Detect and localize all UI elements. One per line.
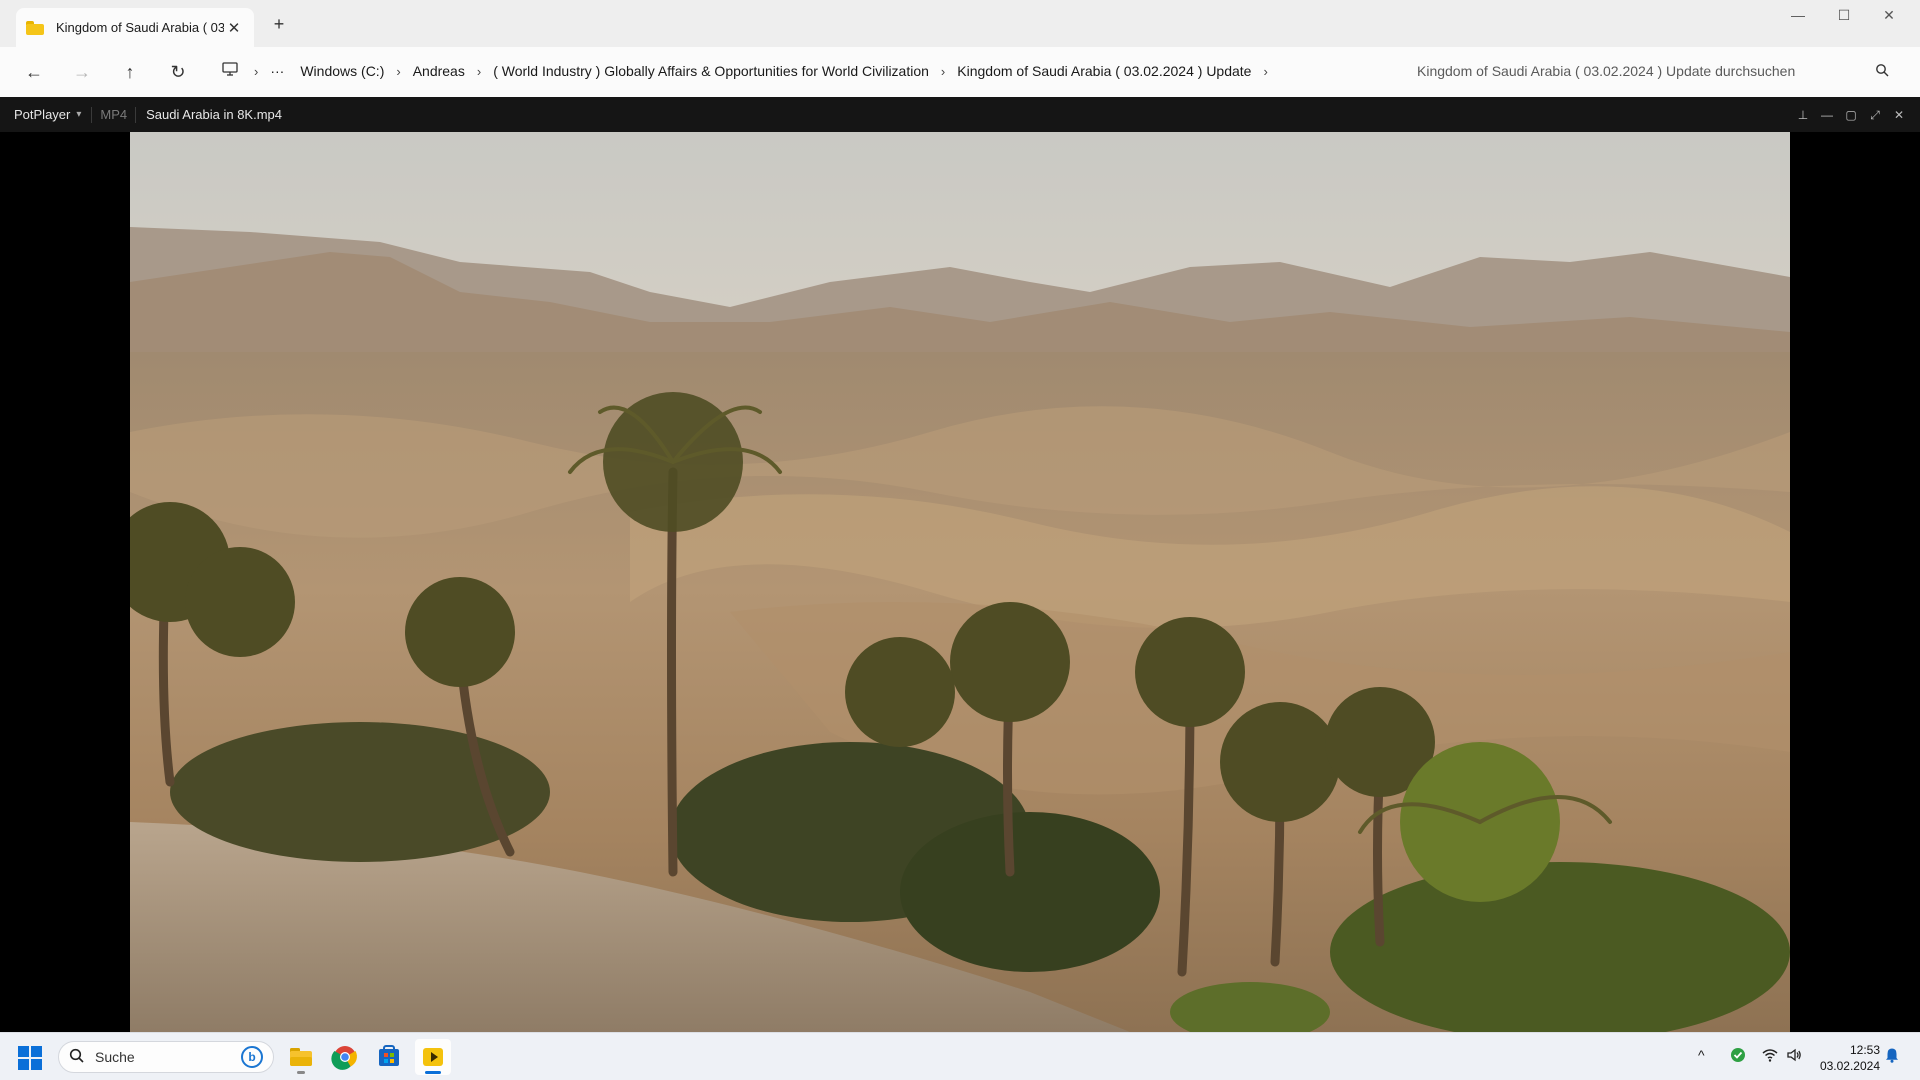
chrome-taskbar-icon[interactable] bbox=[327, 1039, 363, 1075]
clock-date: 03.02.2024 bbox=[1819, 1059, 1880, 1073]
player-minimize-button[interactable]: — bbox=[1817, 105, 1837, 125]
tab-title: Kingdom of Saudi Arabia ( 03.02.2024 ) U… bbox=[56, 20, 224, 35]
computer-icon[interactable] bbox=[210, 61, 250, 81]
close-tab-button[interactable]: ✕ bbox=[224, 19, 244, 37]
taskbar-search-placeholder: Suche bbox=[95, 1049, 135, 1065]
file-explorer-taskbar-icon[interactable] bbox=[283, 1039, 319, 1075]
tab-strip: Kingdom of Saudi Arabia ( 03.02.2024 ) U… bbox=[0, 0, 1920, 47]
breadcrumb-item[interactable]: Kingdom of Saudi Arabia ( 03.02.2024 ) U… bbox=[949, 63, 1259, 79]
file-name: Saudi Arabia in 8K.mp4 bbox=[146, 107, 283, 122]
search-icon[interactable] bbox=[1875, 63, 1891, 79]
breadcrumb-item[interactable]: Andreas bbox=[405, 63, 473, 79]
breadcrumb-more-button[interactable]: ··· bbox=[262, 63, 292, 79]
windows-start-icon[interactable] bbox=[18, 1046, 42, 1070]
bing-icon[interactable]: b bbox=[241, 1046, 263, 1068]
file-explorer-window: Kingdom of Saudi Arabia ( 03.02.2024 ) U… bbox=[0, 0, 1920, 97]
minimize-button[interactable]: — bbox=[1775, 0, 1821, 32]
maximize-button[interactable]: ☐ bbox=[1821, 0, 1867, 32]
breadcrumb-chevron-icon[interactable]: › bbox=[937, 64, 949, 79]
player-maximize-button[interactable]: ▢ bbox=[1841, 105, 1861, 125]
search-input[interactable]: Kingdom of Saudi Arabia ( 03.02.2024 ) U… bbox=[1405, 53, 1903, 89]
clock-time: 12:53 bbox=[1849, 1043, 1880, 1057]
explorer-tab[interactable]: Kingdom of Saudi Arabia ( 03.02.2024 ) U… bbox=[16, 8, 254, 47]
breadcrumb-chevron-icon[interactable]: › bbox=[473, 64, 485, 79]
back-button[interactable]: ← bbox=[10, 54, 58, 90]
player-fullscreen-button[interactable]: ⤢ bbox=[1865, 105, 1885, 125]
search-placeholder: Kingdom of Saudi Arabia ( 03.02.2024 ) U… bbox=[1417, 63, 1796, 79]
taskbar: Suche b ^ 12:53 03.02.2024 bbox=[0, 1032, 1920, 1080]
breadcrumb-chevron-icon[interactable]: › bbox=[392, 64, 404, 79]
breadcrumb-item[interactable]: ( World Industry ) Globally Affairs & Op… bbox=[485, 63, 937, 79]
desert-oasis-scene bbox=[130, 132, 1790, 1032]
system-clock[interactable]: 12:53 03.02.2024 bbox=[1800, 1042, 1880, 1074]
refresh-button[interactable]: ↻ bbox=[154, 54, 202, 90]
potplayer-window: PotPlayer ▾ MP4 Saudi Arabia in 8K.mp4 ⊥… bbox=[0, 97, 1920, 1032]
navigation-bar: ← → ↑ ↻ › ··· Windows (C:) › Andreas › (… bbox=[0, 47, 1920, 97]
pin-icon[interactable]: ⊥ bbox=[1793, 105, 1813, 125]
address-bar[interactable]: › ··· Windows (C:) › Andreas › ( World I… bbox=[210, 53, 1398, 89]
breadcrumb-chevron-icon[interactable]: › bbox=[250, 64, 262, 79]
player-menu-button[interactable]: PotPlayer bbox=[0, 107, 76, 122]
up-button[interactable]: ↑ bbox=[106, 54, 154, 90]
breadcrumb-chevron-icon[interactable]: › bbox=[1259, 64, 1271, 79]
search-icon bbox=[69, 1048, 87, 1067]
player-close-button[interactable]: ✕ bbox=[1889, 105, 1909, 125]
close-window-button[interactable]: ✕ bbox=[1866, 0, 1912, 32]
potplayer-taskbar-icon[interactable] bbox=[415, 1039, 451, 1075]
video-frame[interactable] bbox=[130, 132, 1790, 1032]
taskbar-search-input[interactable]: Suche b bbox=[58, 1041, 274, 1073]
notification-bell-icon[interactable] bbox=[1882, 1047, 1902, 1067]
folder-icon bbox=[26, 20, 44, 35]
forward-button[interactable]: → bbox=[58, 54, 106, 90]
format-label: MP4 bbox=[100, 107, 128, 122]
chevron-down-icon[interactable]: ▾ bbox=[76, 109, 81, 120]
wifi-icon[interactable] bbox=[1760, 1047, 1780, 1067]
new-tab-button[interactable]: + bbox=[268, 13, 290, 35]
player-title-bar: PotPlayer ▾ MP4 Saudi Arabia in 8K.mp4 ⊥… bbox=[0, 97, 1920, 132]
security-shield-icon[interactable] bbox=[1728, 1047, 1748, 1067]
show-hidden-icons-button[interactable]: ^ bbox=[1698, 1047, 1705, 1063]
microsoft-store-taskbar-icon[interactable] bbox=[371, 1039, 407, 1075]
breadcrumb-item[interactable]: Windows (C:) bbox=[292, 63, 392, 79]
